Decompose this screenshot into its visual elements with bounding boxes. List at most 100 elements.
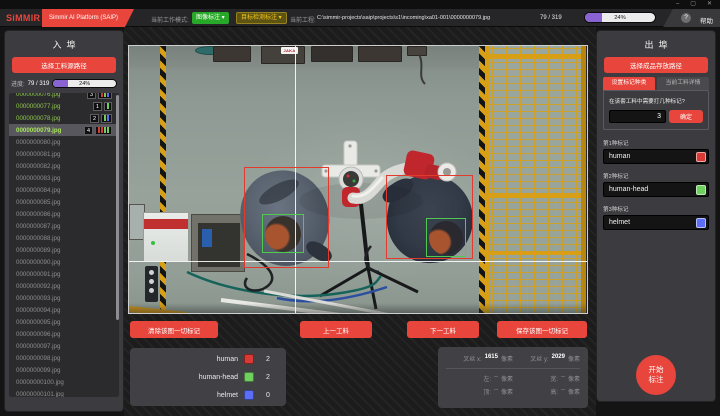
file-row[interactable]: 0000000084.jpg — [9, 184, 119, 196]
confirm-button[interactable]: 确定 — [669, 110, 703, 123]
file-name: 0000000091.jpg — [16, 271, 112, 278]
choose-source-path-button[interactable]: 选择工料源路径 — [12, 57, 116, 73]
file-row[interactable]: 0000000098.jpg — [9, 352, 119, 364]
legend-color-swatch — [244, 372, 254, 382]
box-left-label: 左: — [483, 374, 491, 383]
mark-count-input[interactable]: 3 — [609, 110, 666, 123]
mark-color-swatch[interactable] — [696, 218, 706, 228]
file-name: 0000000092.jpg — [16, 283, 112, 290]
crosshair-y-value: 2029 — [552, 354, 565, 363]
current-project-path: C:\simmir-projects\saip\projects\s1\inco… — [317, 15, 490, 21]
sidebar-progress-bar: 24% — [52, 79, 117, 88]
mark-name-input[interactable]: human-head — [603, 182, 709, 197]
file-row[interactable]: 0000000088.jpg — [9, 232, 119, 244]
file-row[interactable]: 0000000085.jpg — [9, 196, 119, 208]
file-row[interactable]: 00000000101.jpg — [9, 388, 119, 397]
file-row[interactable]: 0000000099.jpg — [9, 364, 119, 376]
mark-type-label: 第3种标记 — [603, 205, 709, 213]
file-badge: 4 — [84, 126, 93, 135]
file-row[interactable]: 0000000092.jpg — [9, 280, 119, 292]
tab-current-item-detail[interactable]: 当前工料详情 — [657, 77, 709, 90]
save-all-marks-button[interactable]: 保存该图一切标记 — [497, 321, 587, 338]
file-badge: 2 — [90, 114, 99, 123]
mark-types-tab-body: 在该套工料中需要打几种标记? 3 确定 — [603, 90, 709, 130]
file-row[interactable]: 0000000086.jpg — [9, 208, 119, 220]
file-row[interactable]: 0000000093.jpg — [9, 292, 119, 304]
mark-color-swatch[interactable] — [696, 185, 706, 195]
file-row[interactable]: 0000000090.jpg — [9, 256, 119, 268]
file-row[interactable]: 0000000097.jpg — [9, 340, 119, 352]
image-canvas[interactable]: JAKA — [128, 45, 588, 314]
legend-color-swatch — [244, 390, 254, 400]
file-row[interactable]: 0000000089.jpg — [9, 244, 119, 256]
sidebar-progress-counter: 79 / 319 — [28, 81, 50, 87]
bbox-human-head[interactable] — [262, 214, 304, 253]
maximize-icon[interactable]: ▢ — [690, 1, 696, 8]
file-name: 0000000086.jpg — [16, 211, 112, 218]
previous-item-button[interactable]: 上一工料 — [300, 321, 372, 338]
file-row[interactable]: 0000000091.jpg — [9, 268, 119, 280]
start-annotation-button[interactable]: 开始 标注 — [636, 355, 676, 395]
mark-name-value: human-head — [609, 186, 648, 193]
file-name: 0000000083.jpg — [16, 175, 112, 182]
app-logo: SiMMIR — [6, 13, 40, 23]
legend-row: helmet 0 — [140, 390, 276, 400]
output-panel: 出埠 选择成品存放路径 设置标记种类 当前工料详情 在该套工料中需要打几种标记?… — [596, 30, 716, 402]
file-badge: 1 — [93, 102, 102, 111]
file-row[interactable]: 0000000083.jpg — [9, 172, 119, 184]
sidebar-progress-percent: 24% — [53, 80, 116, 87]
mode-object-detection-dropdown[interactable]: 目标检测标注 ▾ — [236, 12, 287, 24]
mark-type-field: 第1种标记 human — [603, 139, 709, 164]
mark-color-swatch[interactable] — [696, 152, 706, 162]
file-row[interactable]: 0000000076.jpg 3 — [9, 93, 119, 100]
file-row[interactable]: 0000000079.jpg 4 — [9, 124, 119, 136]
next-item-button[interactable]: 下一工料 — [407, 321, 479, 338]
file-row[interactable]: 00000000100.jpg — [9, 376, 119, 388]
clear-all-marks-button[interactable]: 清除该图一切标记 — [130, 321, 218, 338]
legend-count: 2 — [260, 356, 276, 363]
box-top-value: -- — [494, 387, 498, 396]
file-row[interactable]: 0000000096.jpg — [9, 328, 119, 340]
file-row[interactable]: 0000000094.jpg — [9, 304, 119, 316]
file-row[interactable]: 0000000080.jpg — [9, 136, 119, 148]
annotation-layer[interactable] — [129, 46, 587, 313]
mark-count-question: 在该套工料中需要打几种标记? — [609, 97, 703, 105]
choose-output-path-button[interactable]: 选择成品存放路径 — [604, 57, 708, 73]
app-window: – ▢ ✕ SiMMIR Simmir AI Platform (SAIP) 当… — [0, 0, 720, 416]
legend-count: 0 — [260, 392, 276, 399]
crosshair-x-value: 1615 — [485, 354, 498, 363]
mark-name-input[interactable]: human — [603, 149, 709, 164]
bbox-human-head[interactable] — [426, 218, 466, 257]
header-progress-bar: 24% — [584, 12, 656, 23]
box-width-value: -- — [561, 374, 565, 383]
work-mode-label: 当前工作模式: — [151, 15, 189, 24]
help-icon[interactable]: ? — [681, 13, 691, 23]
file-name: 0000000087.jpg — [16, 223, 112, 230]
file-row[interactable]: 0000000081.jpg — [9, 148, 119, 160]
file-row[interactable]: 0000000087.jpg — [9, 220, 119, 232]
tab-set-mark-types[interactable]: 设置标记种类 — [603, 77, 655, 90]
file-row[interactable]: 0000000078.jpg 2 — [9, 112, 119, 124]
file-list: 0000000076.jpg 3 0000000077.jpg 1 000000… — [9, 93, 119, 397]
file-list-scrollbar[interactable] — [116, 95, 119, 320]
mark-type-field: 第3种标记 helmet — [603, 205, 709, 230]
file-name: 0000000093.jpg — [16, 295, 112, 302]
file-name: 0000000096.jpg — [16, 331, 112, 338]
mode-image-annotation-dropdown[interactable]: 图像标注 ▾ — [192, 12, 229, 24]
box-top-label: 顶: — [483, 387, 491, 396]
close-icon[interactable]: ✕ — [707, 1, 712, 8]
input-panel-title: 入埠 — [5, 31, 123, 57]
help-button[interactable]: 帮助 — [700, 15, 713, 25]
file-row[interactable]: 0000000082.jpg — [9, 160, 119, 172]
file-row[interactable]: 0000000077.jpg 1 — [9, 100, 119, 112]
app-title-banner: Simmir AI Platform (SAIP) — [42, 9, 134, 27]
legend-class-label: human-head — [140, 374, 238, 381]
file-name: 00000000101.jpg — [16, 391, 112, 398]
legend-count: 2 — [260, 374, 276, 381]
file-name: 0000000089.jpg — [16, 247, 112, 254]
mark-name-input[interactable]: helmet — [603, 215, 709, 230]
file-name: 0000000090.jpg — [16, 259, 112, 266]
mark-name-value: human — [609, 153, 630, 160]
file-row[interactable]: 0000000095.jpg — [9, 316, 119, 328]
minimize-icon[interactable]: – — [676, 1, 679, 8]
